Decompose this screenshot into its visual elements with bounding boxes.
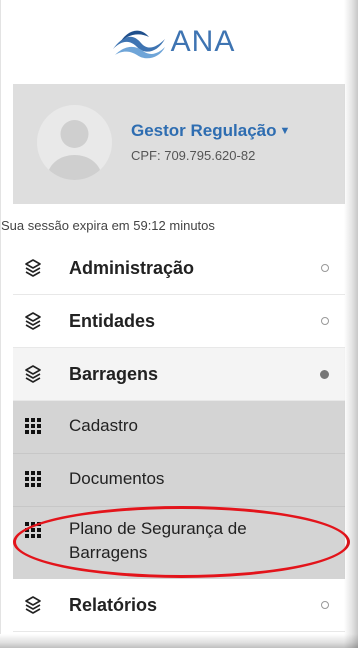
menu-item-barragens[interactable]: Barragens bbox=[13, 348, 345, 401]
menu-item-label: Barragens bbox=[69, 363, 159, 384]
submenu-item-label: Cadastro bbox=[69, 416, 138, 435]
submenu-barragens: Cadastro Documentos Plano de Segurança d… bbox=[13, 401, 345, 579]
submenu-item-documentos[interactable]: Documentos bbox=[13, 454, 345, 507]
menu-item-relatorios[interactable]: Relatórios bbox=[13, 579, 345, 632]
expanded-indicator-icon bbox=[320, 369, 329, 379]
layers-icon bbox=[25, 365, 41, 383]
menu-item-label: Entidades bbox=[69, 310, 156, 331]
session-timer: Sua sessão expira em 59:12 minutos bbox=[1, 218, 215, 233]
layers-icon bbox=[25, 259, 41, 277]
ana-wave-logo-icon bbox=[112, 30, 165, 59]
user-avatar-icon[interactable] bbox=[37, 105, 112, 180]
submenu-item-label: Plano de Segurança de Barragens bbox=[69, 519, 247, 562]
sidebar: ANA Gestor Regulação ▼ CPF: 709.795.620-8… bbox=[0, 0, 350, 634]
logo[interactable]: ANA bbox=[1, 0, 345, 84]
collapsed-indicator-icon bbox=[321, 601, 329, 609]
caret-down-icon: ▼ bbox=[279, 125, 291, 137]
panel-shadow-right bbox=[344, 0, 358, 648]
menu-item-label: Relatórios bbox=[69, 594, 158, 615]
user-profile: Gestor Regulação ▼ CPF: 709.795.620-82 bbox=[13, 84, 345, 204]
panel-shadow-bottom bbox=[0, 634, 358, 648]
collapsed-indicator-icon bbox=[321, 317, 329, 325]
submenu-item-cadastro[interactable]: Cadastro bbox=[13, 401, 345, 454]
layers-icon bbox=[25, 596, 41, 614]
menu-item-administracao[interactable]: Administração bbox=[13, 242, 345, 295]
user-cpf: CPF: 709.795.620-82 bbox=[131, 148, 256, 163]
submenu-item-plano-seguranca[interactable]: Plano de Segurança de Barragens bbox=[13, 507, 345, 579]
grid-dots-icon bbox=[25, 418, 43, 436]
menu-item-label: Administração bbox=[69, 257, 195, 278]
user-name: Gestor Regulação bbox=[131, 121, 277, 140]
layers-icon bbox=[25, 312, 41, 330]
user-menu-toggle[interactable]: Gestor Regulação ▼ bbox=[131, 121, 290, 141]
submenu-item-label: Documentos bbox=[69, 469, 165, 488]
menu-item-entidades[interactable]: Entidades bbox=[13, 295, 345, 348]
grid-dots-icon bbox=[25, 522, 43, 540]
collapsed-indicator-icon bbox=[321, 264, 329, 272]
main-menu: Administração Entidades Barragens Cadast… bbox=[13, 242, 345, 632]
grid-dots-icon bbox=[25, 471, 43, 489]
logo-text: ANA bbox=[170, 25, 236, 58]
